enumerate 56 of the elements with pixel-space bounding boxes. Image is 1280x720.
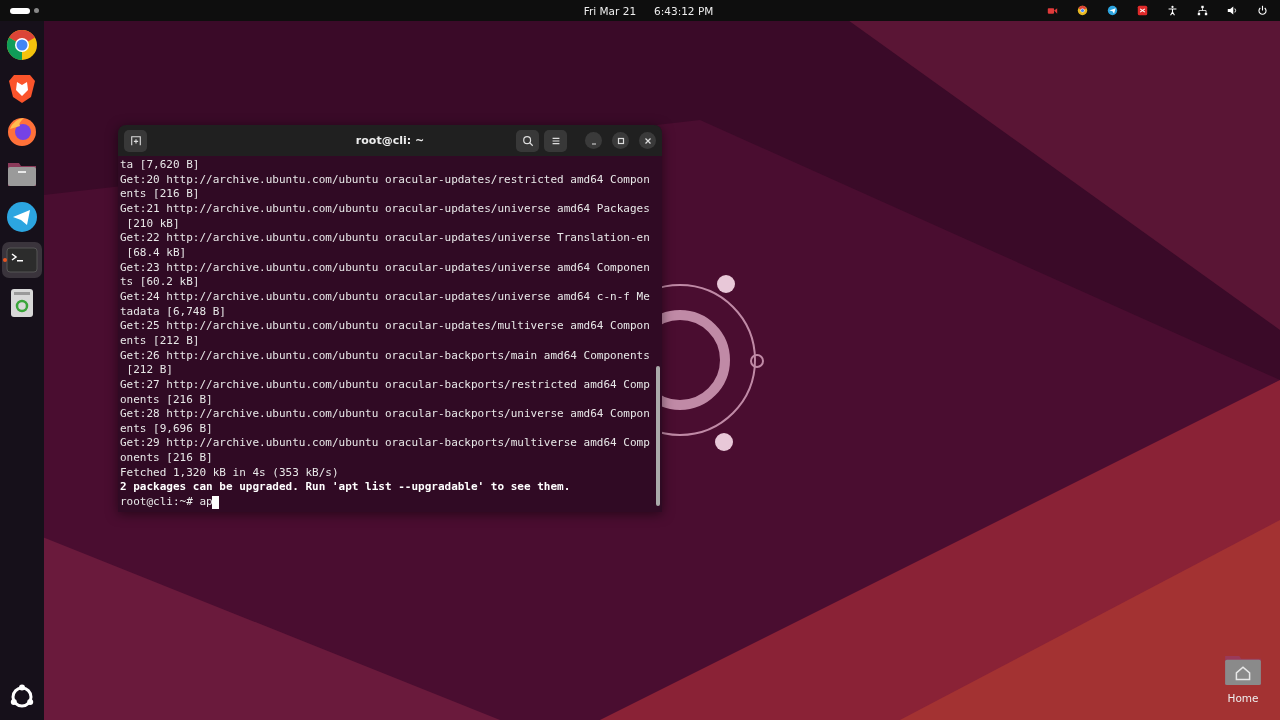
terminal-line: Fetched 1,320 kB in 4s (353 kB/s) <box>120 465 340 481</box>
close-icon <box>642 135 653 146</box>
paper-plane-icon[interactable] <box>1107 5 1118 16</box>
terminal-line: ents [216 B] <box>120 187 201 202</box>
terminal-line: onents [216 B] <box>120 392 214 408</box>
terminal-line: [68.4 kB] <box>125 245 188 261</box>
volume-icon[interactable] <box>1227 5 1238 16</box>
browser-icon[interactable] <box>6 29 38 61</box>
scrollbar[interactable] <box>656 366 660 506</box>
maximize-icon <box>615 135 626 146</box>
workspace-indicator[interactable] <box>10 7 30 14</box>
terminal-line: Get:21 http://archive.ubuntu.com/ubuntu oracular-updates/universe amd64 Packages <box>120 201 651 217</box>
text-cursor <box>211 495 219 509</box>
lion-icon[interactable] <box>6 72 38 104</box>
close-button[interactable] <box>639 132 656 149</box>
accessibility-icon[interactable] <box>1167 5 1178 16</box>
fox-icon[interactable] <box>6 115 38 147</box>
search-icon <box>521 134 534 147</box>
terminal-line: [212 B] <box>125 363 174 378</box>
terminal-line: 2 packages can be upgraded. Run 'apt list --upgradable' to see them. <box>120 480 572 496</box>
browser-icon[interactable] <box>1077 5 1088 16</box>
new-tab-icon <box>129 134 142 147</box>
minimize-icon <box>590 142 597 145</box>
app-icon[interactable] <box>1137 5 1148 16</box>
logo-icon[interactable] <box>9 684 35 710</box>
paper-plane-icon[interactable] <box>6 201 38 233</box>
running-dot <box>3 258 7 262</box>
terminal-line: Get:27 http://archive.ubuntu.com/ubuntu oracular-backports/restricted amd64 Comp <box>120 377 651 393</box>
terminal-line: onents [216 B] <box>120 451 214 466</box>
terminal-line: Get:22 http://archive.ubuntu.com/ubuntu oracular-updates/universe Translation-en <box>120 231 651 246</box>
search-button[interactable] <box>516 129 539 152</box>
terminal-line: [210 kB] <box>125 216 181 232</box>
menu-button[interactable] <box>544 129 567 152</box>
minimize-button[interactable] <box>585 132 602 149</box>
network-icon[interactable] <box>1197 5 1208 16</box>
terminal-line: ents [9,696 B] <box>120 421 214 437</box>
terminal-line: tadata [6,748 B] <box>120 304 227 320</box>
terminal-line: Get:25 http://archive.ubuntu.com/ubuntu oracular-updates/multiverse amd64 Compon <box>120 319 651 334</box>
window-title: root@cli: ~ <box>355 134 425 147</box>
time-label[interactable]: 6:43:12 PM <box>654 4 714 17</box>
terminal-line: Get:23 http://archive.ubuntu.com/ubuntu oracular-updates/universe amd64 Componen <box>120 260 651 276</box>
date-label[interactable]: Fri Mar 21 <box>583 4 637 17</box>
terminal-line: ents [212 B] <box>120 333 201 349</box>
terminal-line: ts [60.2 kB] <box>120 275 201 290</box>
icon-label[interactable]: Home <box>1227 692 1259 704</box>
terminal-line: Get:26 http://archive.ubuntu.com/ubuntu oracular-backports/main amd64 Components <box>120 348 651 364</box>
camera-icon[interactable] <box>1047 5 1058 16</box>
terminal-line: Get:29 http://archive.ubuntu.com/ubuntu oracular-backports/multiverse amd64 Comp <box>120 436 651 452</box>
terminal-line: Get:28 http://archive.ubuntu.com/ubuntu oracular-backports/universe amd64 Compon <box>120 407 651 422</box>
terminal-line: ta [7,620 B] <box>120 158 201 173</box>
terminal-line: Get:24 http://archive.ubuntu.com/ubuntu oracular-updates/universe amd64 c-n-f Me <box>120 289 651 305</box>
maximize-button[interactable] <box>612 132 629 149</box>
prompt-line[interactable]: root@cli:~# ap <box>120 495 213 510</box>
new-tab-button[interactable] <box>124 129 147 152</box>
terminal-line: Get:20 http://archive.ubuntu.com/ubuntu oracular-updates/restricted amd64 Compon <box>120 172 651 188</box>
power-icon[interactable] <box>1257 5 1268 16</box>
